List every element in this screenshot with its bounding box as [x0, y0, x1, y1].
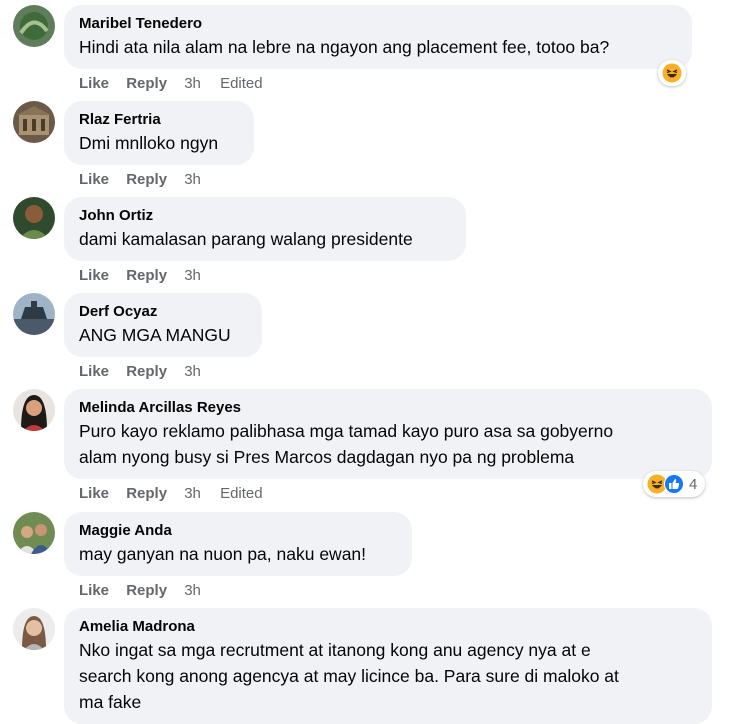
comment-actions: Like Reply 3h — [79, 362, 216, 382]
comment-author[interactable]: Maggie Anda — [79, 521, 397, 541]
comment-bubble: Amelia Madrona Nko ingat sa mga recrutme… — [64, 608, 712, 724]
avatar[interactable] — [13, 512, 55, 554]
comment-actions: Like Reply 3h Edited — [79, 74, 263, 94]
comment-bubble: Rlaz Fertria Dmi mnlloko ngyn — [64, 101, 254, 165]
comment-bubble: Melinda Arcillas Reyes Puro kayo reklamo… — [64, 389, 712, 479]
avatar[interactable] — [13, 5, 55, 47]
comment-text: Hindi ata nila alam na lebre na ngayon a… — [79, 37, 610, 57]
comment-text-line: search kong anong agencya at may licince… — [79, 666, 619, 686]
comment-text-line: Nko ingat sa mga recrutment at itanong k… — [79, 640, 591, 660]
like-button[interactable]: Like — [79, 171, 109, 188]
comment-actions: Like Reply 3h — [79, 581, 216, 601]
timestamp[interactable]: 3h — [184, 171, 201, 188]
comment-text-line: alam nyong busy si Pres Marcos dagdagan … — [79, 447, 575, 467]
like-button[interactable]: Like — [79, 75, 109, 92]
haha-icon — [662, 63, 682, 83]
comment-text: may ganyan na nuon pa, naku ewan! — [79, 544, 367, 564]
reaction-summary[interactable] — [658, 60, 686, 86]
timestamp[interactable]: 3h — [184, 582, 201, 599]
timestamp[interactable]: 3h — [184, 363, 201, 380]
comment-text: ANG MGA MANGU — [79, 325, 231, 345]
comment-author[interactable]: Rlaz Fertria — [79, 110, 239, 130]
like-button[interactable]: Like — [79, 582, 109, 599]
reply-button[interactable]: Reply — [126, 582, 167, 599]
comment-text-line: Puro kayo reklamo palibhasa mga tamad ka… — [79, 421, 614, 441]
avatar[interactable] — [13, 608, 55, 650]
reply-button[interactable]: Reply — [126, 363, 167, 380]
like-button[interactable]: Like — [79, 485, 109, 502]
comment-bubble: John Ortiz dami kamalasan parang walang … — [64, 197, 466, 261]
edited-label[interactable]: Edited — [220, 75, 263, 92]
reaction-summary[interactable]: 4 — [643, 471, 706, 497]
edited-label[interactable]: Edited — [220, 485, 263, 502]
reply-button[interactable]: Reply — [126, 75, 167, 92]
comment-text: dami kamalasan parang walang presidente — [79, 229, 413, 249]
comment-actions: Like Reply 3h — [79, 170, 216, 190]
comment-bubble: Maribel Tenedero Hindi ata nila alam na … — [64, 5, 692, 69]
comment-author[interactable]: Maribel Tenedero — [79, 14, 677, 34]
reaction-count: 4 — [689, 475, 698, 493]
like-button[interactable]: Like — [79, 363, 109, 380]
timestamp[interactable]: 3h — [184, 267, 201, 284]
comment-bubble: Derf Ocyaz ANG MGA MANGU — [64, 293, 262, 357]
avatar[interactable] — [13, 197, 55, 239]
comment-text: Dmi mnlloko ngyn — [79, 133, 219, 153]
avatar[interactable] — [13, 389, 55, 431]
comment-author[interactable]: Amelia Madrona — [79, 617, 697, 637]
avatar[interactable] — [13, 101, 55, 143]
comment-actions: Like Reply 3h — [79, 266, 216, 286]
like-icon — [664, 474, 684, 494]
reply-button[interactable]: Reply — [126, 171, 167, 188]
comment-text-line: ma fake — [79, 692, 142, 712]
comment-author[interactable]: John Ortiz — [79, 206, 451, 226]
reply-button[interactable]: Reply — [126, 485, 167, 502]
comment-author[interactable]: Derf Ocyaz — [79, 302, 247, 322]
comment-author[interactable]: Melinda Arcillas Reyes — [79, 398, 697, 418]
timestamp[interactable]: 3h — [184, 75, 201, 92]
like-button[interactable]: Like — [79, 267, 109, 284]
avatar[interactable] — [13, 293, 55, 335]
timestamp[interactable]: 3h — [184, 485, 201, 502]
reply-button[interactable]: Reply — [126, 267, 167, 284]
comment-bubble: Maggie Anda may ganyan na nuon pa, naku … — [64, 512, 412, 576]
comment-actions: Like Reply 3h Edited — [79, 484, 263, 504]
